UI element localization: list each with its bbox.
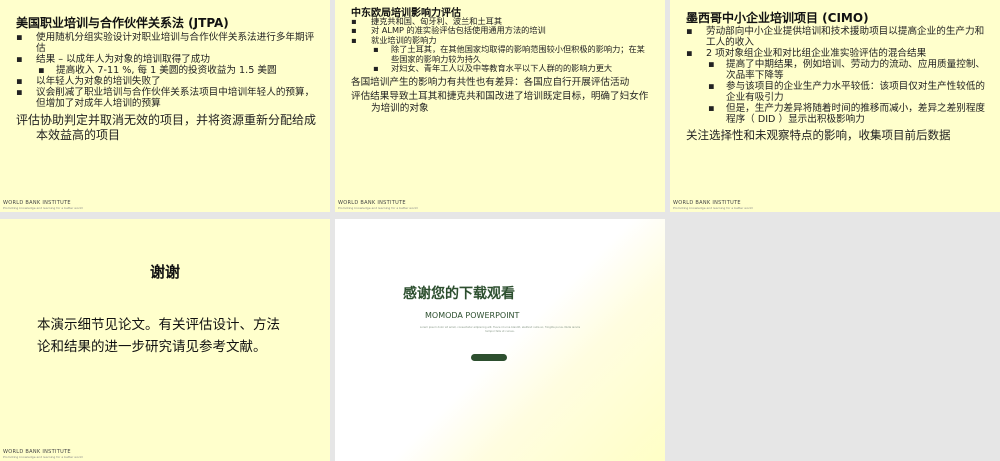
slide-title: 感谢您的下载观看	[403, 286, 515, 302]
empty-slide-slot	[670, 219, 1000, 461]
slide-body: ▪ 劳动部向中小企业提供培训和技术援助项目以提高企业的生产力和工人的收入 ▪ 2 项…	[686, 26, 986, 143]
bullet-item: ▪ 2 项对象组企业和对比组企业准实验评估的混合结果	[686, 48, 927, 60]
bullet-square-icon: ▪	[708, 59, 715, 71]
bullet-square-icon: ▪	[16, 32, 23, 43]
bullet-square-icon: ▪	[708, 103, 715, 115]
world-bank-logo: WORLD BANK INSTITUTE Promoting knowledge …	[338, 200, 418, 210]
bullet-square-icon: ▪	[16, 54, 23, 66]
bullet-square-icon: ▪	[351, 34, 357, 45]
slide-cimo[interactable]: 墨西哥中小企业培训项目 (CIMO) ▪ 劳动部向中小企业提供培训和技术援助项目以…	[670, 0, 1000, 212]
bullet-item-sub: ▪ 提高了中期结果，例如培训、劳动力的流动、应用质量控制、次品率下降等	[708, 59, 986, 82]
world-bank-logo: WORLD BANK INSTITUTE Promoting knowledge …	[3, 200, 83, 210]
slide-title: 谢谢	[149, 263, 180, 281]
bullet-square-icon: ▪	[16, 76, 23, 88]
slide-paragraph: 评估协助判定并取消无效的项目，并将资源重新分配给成本效益高的项目	[16, 113, 317, 142]
slide-paragraph: 评估结果导致土耳其和捷克共和国改进了培训既定目标，明确了妇女作为培训的对象	[351, 91, 649, 114]
bullet-item: ▪ 劳动部向中小企业提供培训和技术援助项目以提高企业的生产力和工人的收入	[686, 26, 985, 49]
bullet-square-icon: ▪	[686, 26, 693, 37]
bullet-item: ▪ 使用随机分组实验设计对职业培训与合作伙伴关系法进行多年期评估	[16, 32, 315, 55]
slide-body: ▪ 捷克共和国、匈牙利、波兰和土耳其 ▪ 对 ALMP 的准实验评估包括使用通用方法…	[351, 16, 651, 114]
slide-title: 美国职业培训与合作伙伴关系法 (JTPA)	[16, 16, 229, 30]
slide-thanks[interactable]: 谢谢 本演示细节见论文。有关评估设计、方法论和结果的进一步研究请见参考文献。 W…	[0, 219, 330, 461]
slide-ceu[interactable]: 中东欧局培训影响力评估 ▪ 捷克共和国、匈牙利、波兰和土耳其 ▪ 对 ALMP 的准…	[335, 0, 665, 212]
world-bank-logo: WORLD BANK INSTITUTE Promoting knowledge …	[3, 449, 83, 459]
slide-title: 墨西哥中小企业培训项目 (CIMO)	[686, 11, 869, 25]
slide-paragraph: 各国培训产生的影响力有共性也有差异：各国应自行开展评估活动	[351, 76, 630, 88]
bullet-item-sub: ▪ 对妇女、青年工人以及中等教育水平以下人群的的影响力更大	[373, 63, 613, 74]
bullet-item: ▪ 以年轻人为对象的培训失败了	[16, 76, 161, 88]
bullet-item: ▪ 议会削减了职业培训与合作伙伴关系法项目中培训年轻人的预算，但增加了对成年人培训…	[16, 87, 315, 110]
fine-print: Lorem ipsum dolor sit amet, consectetur …	[419, 326, 581, 333]
slide-paragraph: 本演示细节见论文。有关评估设计、方法论和结果的进一步研究请见参考文献。	[37, 317, 280, 355]
slide-body: ▪ 使用随机分组实验设计对职业培训与合作伙伴关系法进行多年期评估 ▪ 结果 – 以成…	[16, 32, 316, 142]
bullet-square-icon: ▪	[38, 65, 45, 77]
bullet-item-sub: ▪ 除了土耳其，在其他国家均取得的影响范围较小但积极的影响力；在某些国家的影响力较…	[373, 44, 645, 64]
bullet-item-sub: ▪ 参与该项目的企业生产力水平较低：该项目仅对生产性较低的企业有吸引力	[708, 81, 986, 104]
bullet-square-icon: ▪	[16, 87, 23, 99]
world-bank-logo: WORLD BANK INSTITUTE Promoting knowledge …	[673, 200, 753, 210]
decorative-bar	[471, 354, 507, 361]
bullet-square-icon: ▪	[686, 48, 693, 60]
bullet-square-icon: ▪	[373, 44, 379, 55]
bullet-square-icon: ▪	[708, 81, 715, 93]
bullet-item: ▪ 结果 – 以成年人为对象的培训取得了成功	[16, 54, 210, 66]
slide-paragraph: 关注选择性和未观察特点的影响，收集项目前后数据	[686, 128, 951, 143]
bullet-square-icon: ▪	[373, 63, 379, 74]
slide-jtpa[interactable]: 美国职业培训与合作伙伴关系法 (JTPA) ▪ 使用随机分组实验设计对职业培训与合…	[0, 0, 330, 212]
bullet-item-sub: ▪ 但是，生产力差异将随着时间的推移而减小，差异之差别程度程序（ DID ）显示出…	[708, 103, 986, 126]
slide-subtitle: MOMODA POWERPOINT	[425, 311, 520, 320]
slide-download-thanks[interactable]: 感谢您的下载观看 MOMODA POWERPOINT Lorem ipsum d…	[335, 219, 665, 461]
bullet-item-sub: ▪ 提高收入 7-11 %, 每 1 美圆的投资收益为 1.5 美圆	[38, 65, 277, 77]
